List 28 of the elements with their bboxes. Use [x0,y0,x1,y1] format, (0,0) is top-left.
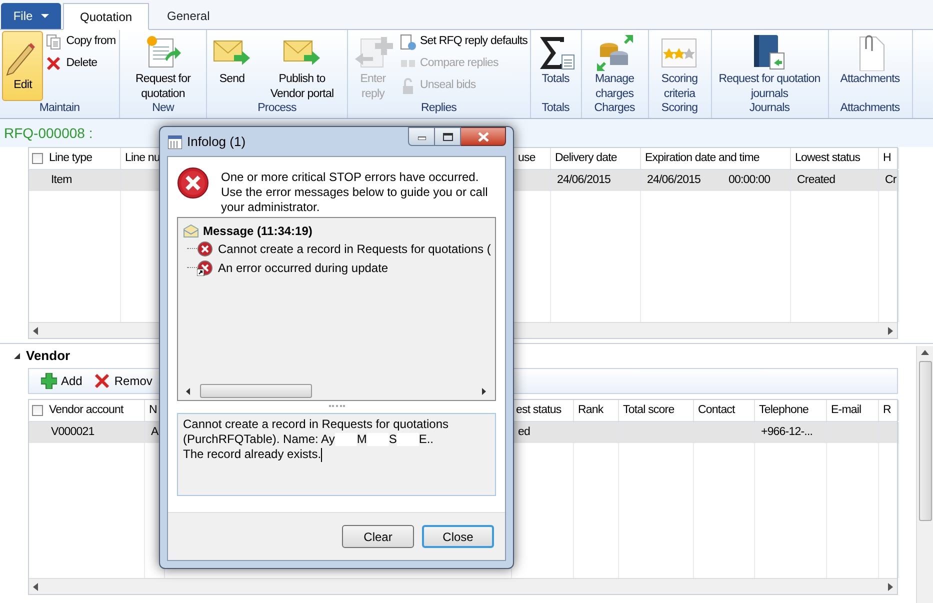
group-label: Process [258,101,296,116]
detail-text: M [356,432,367,447]
detail-line: Cannot create a record in Requests for quotations [183,417,450,432]
group-label: Charges [594,101,635,116]
table-cell-text: ed [518,424,530,440]
table-cell-text: 24/06/2015 [557,172,611,188]
table-cell-text: Created [797,172,836,188]
group-label: Journals [749,101,790,116]
group-label: Attachments [840,101,900,116]
error-summary: One or more critical STOP errors have occurred. Use the error messages below to guide you or call your administrator. [221,169,489,216]
detail-line: The record already exists. [183,447,322,462]
section-title: Vendor [26,347,70,366]
table-cell-text: A [151,424,158,440]
detail-text: E.. [418,432,434,447]
table-cell-text: 24/06/2015 00:00:00 [647,172,770,188]
detail-text: (PurchRFQTable). Name: Ay [183,432,335,447]
table-cell-text: V000021 [51,424,94,440]
table-cell-text: Item [51,172,72,188]
group-label: Replies [420,101,457,116]
group-label: Maintain [39,101,80,116]
group-label: New [152,101,174,116]
detail-text: S [388,432,397,447]
table-cell-text: Cr [885,172,896,188]
table-cell-text: +966-12-... [761,424,813,440]
window-title: Infolog (1) [187,132,246,151]
group-label: Totals [542,101,570,116]
record-title: RFQ-000008 : [4,124,93,143]
group-label: Scoring [661,101,698,116]
